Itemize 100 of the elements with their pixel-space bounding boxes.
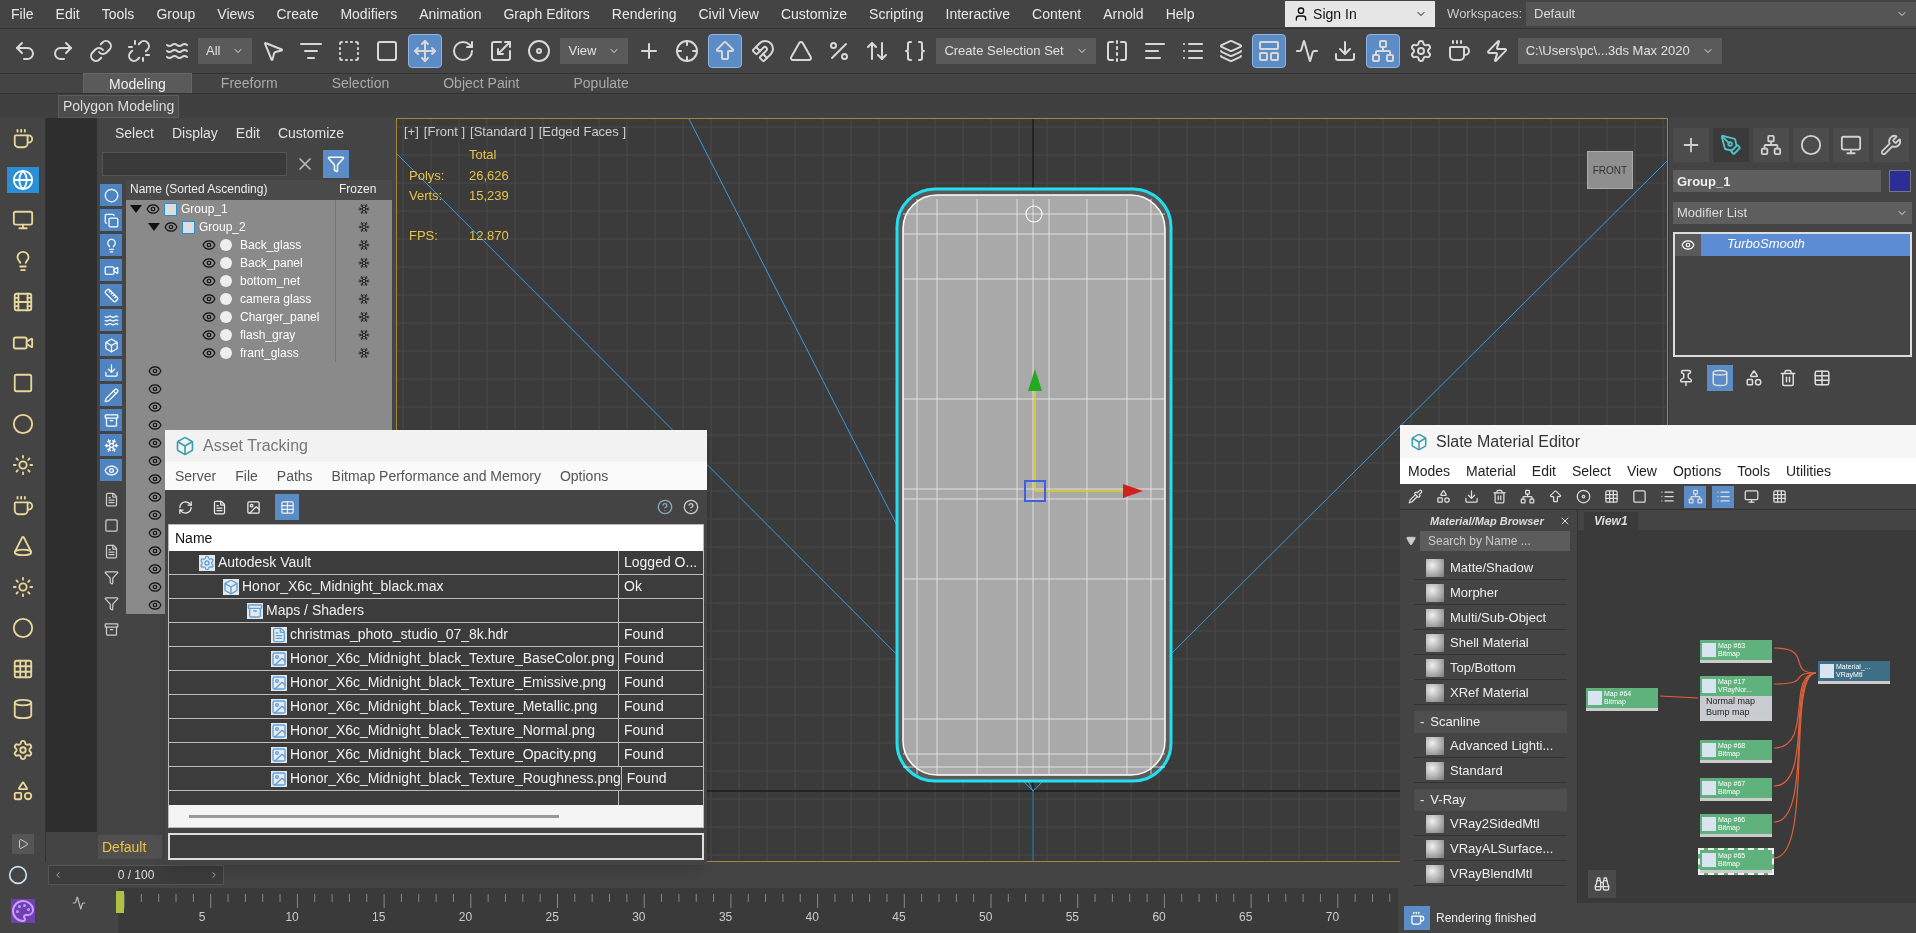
menu-item[interactable]: Server xyxy=(175,465,217,487)
menu-item[interactable]: Options xyxy=(1672,460,1722,482)
menu-item[interactable]: Animation xyxy=(408,3,493,25)
category-label: V-Ray xyxy=(1430,791,1466,810)
node-slot[interactable]: Normal map xyxy=(1700,696,1772,707)
frame-tick-label: 40 xyxy=(805,909,819,926)
ribbon-tab[interactable]: Modeling xyxy=(83,73,192,93)
column-header[interactable]: Name xyxy=(175,527,213,549)
ribbon-tab[interactable]: Selection xyxy=(306,73,415,93)
column-header[interactable]: Name (Sorted Ascending) xyxy=(126,180,335,200)
asset-name[interactable]: Maps / Shaders xyxy=(266,600,365,621)
menu-item[interactable]: File xyxy=(0,3,45,25)
menu-item[interactable]: File xyxy=(235,465,258,487)
asset-name[interactable]: Honor_X6c_Midnight_black_Texture_Roughness.png xyxy=(290,768,621,789)
track-bar[interactable]: 5 10 15 20 25 30 35 40 45 50 55 60 65 70 xyxy=(118,888,1398,933)
menu-item[interactable]: Help xyxy=(1154,3,1206,25)
menu-item[interactable]: Customize xyxy=(769,3,859,25)
view-cube[interactable]: FRONT xyxy=(1587,151,1633,189)
menu-item[interactable]: Arnold xyxy=(1092,3,1155,25)
menu-item[interactable]: Content xyxy=(1021,3,1093,25)
material-type-item[interactable]: Standard xyxy=(1450,760,1503,781)
menu-item[interactable]: Paths xyxy=(276,465,313,487)
ribbon-tab[interactable]: Populate xyxy=(548,73,654,93)
menu-item[interactable]: Modifiers xyxy=(329,3,409,25)
asset-name[interactable]: Honor_X6c_Midnight_black_Texture_Metallic.png xyxy=(290,696,598,717)
material-type-item[interactable]: Advanced Lighti... xyxy=(1450,735,1554,756)
menu-item[interactable]: Group xyxy=(145,3,207,25)
viewport-label[interactable]: [Standard ] xyxy=(470,122,534,142)
object-name-field[interactable]: Group_1 xyxy=(1673,170,1881,192)
material-type-item[interactable]: Morpher xyxy=(1450,582,1499,603)
frame-tick-label: 35 xyxy=(718,909,733,926)
viewport-label[interactable]: [Edged Faces ] xyxy=(538,122,627,142)
ribbon-panel-label[interactable]: Polygon Modeling xyxy=(58,94,180,118)
node-slot[interactable]: Bump map xyxy=(1700,707,1772,718)
material-type-item[interactable]: Multi/Sub-Object xyxy=(1450,607,1547,628)
stats-value: 26,626 xyxy=(469,166,509,185)
menu-item[interactable]: Utilities xyxy=(1785,460,1832,482)
workspace-dropdown[interactable]: Default xyxy=(1526,2,1916,27)
frame-tick-label: 20 xyxy=(458,909,473,926)
menu-item[interactable]: View xyxy=(1626,460,1657,482)
menu-item[interactable]: Edit xyxy=(44,3,91,25)
sign-in-dropdown[interactable]: Sign In xyxy=(1285,1,1436,28)
menu-item[interactable]: Civil View xyxy=(687,3,770,25)
viewport-label[interactable]: [+] xyxy=(404,122,419,142)
column-header[interactable]: Frozen xyxy=(335,180,392,200)
view-tab[interactable]: View1 xyxy=(1584,512,1638,530)
menu-item[interactable]: Views xyxy=(206,3,266,25)
menu-item[interactable]: Options xyxy=(559,465,609,487)
toolbar-dropdown[interactable]: View xyxy=(560,38,629,65)
explorer-menu-item[interactable]: Display xyxy=(171,123,218,144)
material-type-item[interactable]: Shell Material xyxy=(1450,632,1529,653)
ribbon-tab[interactable]: Freeform xyxy=(195,73,303,93)
frame-tick-label: 5 xyxy=(198,909,206,926)
asset-name[interactable]: Autodesk Vault xyxy=(218,552,312,573)
stats-label: FPS: xyxy=(409,226,439,245)
category-label: Scanline xyxy=(1430,713,1481,732)
asset-status: Found xyxy=(624,673,664,692)
category-header[interactable]: - Scanline xyxy=(1414,711,1567,733)
menu-item[interactable]: Select xyxy=(1571,460,1611,482)
viewport-label[interactable]: [Front ] xyxy=(423,122,465,142)
menu-item[interactable]: Interactive xyxy=(934,3,1022,25)
menu-item[interactable]: Material xyxy=(1466,460,1516,482)
explorer-menu-item[interactable]: Edit xyxy=(235,123,260,144)
frame-spinner[interactable]: 0 / 100 xyxy=(48,865,224,885)
material-type-item[interactable]: VRay2SidedMtl xyxy=(1450,813,1540,834)
stats-value: 15,239 xyxy=(469,187,509,205)
stats-label: Verts: xyxy=(409,187,444,205)
material-type-item[interactable]: VRayBlendMtl xyxy=(1450,863,1533,884)
menu-item[interactable]: Scripting xyxy=(858,3,935,25)
frame-tick-label: 10 xyxy=(285,909,299,926)
asset-name[interactable]: Honor_X6c_Midnight_black_Texture_BaseColor.png xyxy=(290,648,615,669)
menu-item[interactable]: Create xyxy=(265,3,330,25)
asset-name[interactable]: Honor_X6c_Midnight_black_Texture_Normal.png xyxy=(290,720,596,741)
search-field[interactable]: Search by Name ... xyxy=(1420,531,1570,551)
category-header[interactable]: - V-Ray xyxy=(1414,789,1567,811)
toolbar-dropdown[interactable]: Create Selection Set xyxy=(936,38,1096,65)
asset-name[interactable]: Honor_X6c_Midnight_black_Texture_Emissive.png xyxy=(290,672,606,693)
menu-item[interactable]: Rendering xyxy=(600,3,688,25)
material-type-item[interactable]: XRef Material xyxy=(1450,682,1529,703)
material-type-item[interactable]: Top/Bottom xyxy=(1450,657,1516,678)
ribbon-tab[interactable]: Object Paint xyxy=(418,73,545,93)
explorer-menu-item[interactable]: Select xyxy=(115,123,154,144)
material-type-item[interactable]: Matte/Shadow xyxy=(1450,557,1534,578)
asset-status: Found xyxy=(624,625,664,644)
modifier-list-dropdown[interactable]: Modifier List xyxy=(1673,202,1912,224)
menu-item[interactable]: Modes xyxy=(1408,460,1451,482)
asset-name[interactable]: christmas_photo_studio_07_8k.hdr xyxy=(290,624,508,645)
menu-item[interactable]: Tools xyxy=(1737,460,1770,482)
toolbar-dropdown[interactable]: C:\Users\pc\...3ds Max 2020 xyxy=(1517,38,1722,65)
menu-item[interactable]: Bitmap Performance and Memory xyxy=(331,465,541,487)
asset-name[interactable]: Honor_X6c_Midnight_black.max xyxy=(242,576,444,597)
menu-item[interactable]: Graph Editors xyxy=(492,3,601,25)
asset-name[interactable]: Honor_X6c_Midnight_black_Texture_Opacity.png xyxy=(290,744,597,765)
menu-item[interactable]: Edit xyxy=(1531,460,1556,482)
layer-dropdown[interactable]: Default xyxy=(98,835,162,859)
material-type-item[interactable]: VRayALSurface... xyxy=(1450,838,1554,859)
asset-status: Found xyxy=(624,697,664,716)
explorer-menu-item[interactable]: Customize xyxy=(277,123,345,144)
toolbar-dropdown[interactable]: All xyxy=(198,38,253,65)
menu-item[interactable]: Tools xyxy=(90,3,146,25)
